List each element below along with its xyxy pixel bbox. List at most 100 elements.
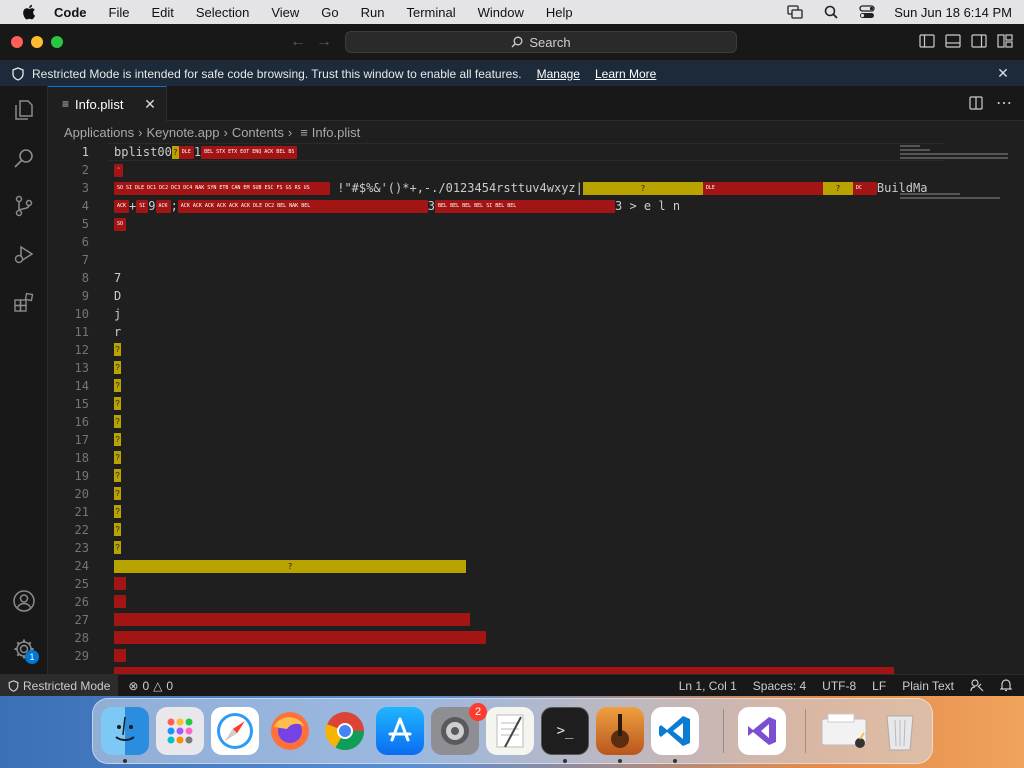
end-of-line-setting[interactable]: LF (872, 679, 886, 693)
extensions-icon[interactable] (0, 278, 48, 326)
finder-icon[interactable] (101, 707, 149, 755)
menu-go[interactable]: Go (321, 5, 350, 20)
explorer-icon[interactable] (0, 86, 48, 134)
menu-bar: Code File Edit Selection View Go Run Ter… (0, 0, 1024, 24)
chrome-icon[interactable] (321, 707, 369, 755)
cursor-position[interactable]: Ln 1, Col 1 (679, 679, 737, 693)
breadcrumb: Applications › Keynote.app › Contents › … (48, 121, 1024, 143)
vscode-icon[interactable] (651, 707, 699, 755)
toggle-secondary-sidebar-icon[interactable] (970, 32, 988, 50)
menu-clock[interactable]: Sun Jun 18 6:14 PM (894, 5, 1012, 20)
learn-more-link[interactable]: Learn More (595, 67, 656, 81)
line-number: 6 (81, 235, 89, 249)
line-number: 4 (81, 199, 89, 213)
unknown-char-glyph: ? (114, 451, 121, 464)
accounts-icon[interactable] (0, 577, 48, 625)
unknown-char-glyph: ? (114, 541, 121, 554)
code-line-8: 7 (114, 271, 122, 285)
manage-gear-icon[interactable]: 1 (0, 625, 48, 673)
spotlight-icon[interactable] (822, 3, 840, 21)
menu-selection[interactable]: Selection (196, 5, 261, 20)
line-number: 5 (81, 217, 89, 231)
menu-view[interactable]: View (271, 5, 311, 20)
control-char-glyph (114, 649, 126, 662)
customize-layout-icon[interactable] (996, 32, 1014, 50)
more-actions-icon[interactable]: ⋯ (996, 95, 1012, 112)
feedback-icon[interactable] (970, 678, 984, 695)
line-number: 3 (81, 181, 89, 195)
code-line-9: D (114, 289, 122, 303)
unknown-char-glyph: ? (114, 505, 121, 518)
menu-app-name[interactable]: Code (54, 5, 99, 20)
line-number: 1 (81, 145, 89, 159)
back-arrow-icon[interactable]: ← (288, 32, 308, 52)
manage-link[interactable]: Manage (537, 67, 580, 81)
menu-terminal[interactable]: Terminal (407, 5, 468, 20)
menu-window[interactable]: Window (478, 5, 536, 20)
forward-arrow-icon[interactable]: → (314, 32, 334, 52)
close-tab-icon[interactable]: ✕ (142, 96, 158, 112)
notifications-bell-icon[interactable] (999, 678, 1013, 695)
running-indicator (618, 759, 622, 763)
restricted-mode-indicator[interactable]: Restricted Mode (0, 674, 119, 697)
screen-mirroring-icon[interactable] (786, 3, 804, 21)
restricted-mode-label: Restricted Mode (23, 678, 111, 693)
split-editor-icon[interactable] (968, 95, 984, 111)
breadcrumb-info-plist[interactable]: Info.plist (312, 125, 360, 140)
visual-studio-icon[interactable] (738, 707, 786, 755)
code-line-5: SO (114, 215, 127, 233)
line-number: 16 (74, 415, 89, 429)
error-count: 0 (142, 678, 150, 693)
menu-run[interactable]: Run (361, 5, 397, 20)
firefox-icon[interactable] (266, 707, 314, 755)
menu-help[interactable]: Help (546, 5, 585, 20)
search-view-icon[interactable] (0, 134, 48, 182)
indentation-setting[interactable]: Spaces: 4 (753, 679, 806, 693)
safari-icon[interactable] (211, 707, 259, 755)
language-mode[interactable]: Plain Text (902, 679, 954, 693)
minimize-window-button[interactable] (31, 36, 43, 48)
trash-icon[interactable] (876, 707, 924, 755)
error-icon: ⊗ (128, 678, 139, 693)
unknown-char-glyph: ? (582, 182, 703, 195)
minimap[interactable] (900, 143, 1010, 203)
menu-edit[interactable]: Edit (151, 5, 185, 20)
apple-menu-icon[interactable] (18, 0, 40, 24)
run-and-debug-icon[interactable] (0, 230, 48, 278)
command-center-search[interactable]: Search (345, 31, 737, 53)
file-encoding[interactable]: UTF-8 (822, 679, 856, 693)
textedit-icon[interactable] (486, 707, 534, 755)
line-number: 13 (74, 361, 89, 375)
preview-icon[interactable] (819, 707, 871, 755)
line-number: 15 (74, 397, 89, 411)
vertical-scrollbar[interactable] (1010, 143, 1024, 674)
terminal-icon[interactable]: >_ (541, 707, 589, 755)
breadcrumb-contents[interactable]: Contents (232, 125, 284, 140)
breadcrumb-applications[interactable]: Applications (64, 125, 134, 140)
system-settings-badge: 2 (469, 703, 487, 721)
problems-indicator[interactable]: ⊗ 0 △ 0 (128, 679, 173, 693)
source-control-icon[interactable] (0, 182, 48, 230)
chevron-right-icon: › (223, 124, 228, 140)
unknown-char-glyph: ? (114, 397, 121, 410)
line-number: 25 (74, 577, 89, 591)
close-window-button[interactable] (11, 36, 23, 48)
garageband-icon[interactable] (596, 707, 644, 755)
tab-info-plist[interactable]: ≡ Info.plist ✕ (48, 86, 167, 121)
menu-file[interactable]: File (109, 5, 142, 20)
control-center-icon[interactable] (858, 3, 876, 21)
line-number: 14 (74, 379, 89, 393)
breadcrumb-keynote-app[interactable]: Keynote.app (146, 125, 219, 140)
running-indicator (123, 759, 127, 763)
text-editor[interactable]: 1 2 3 4 5 6 7 8 9 10 11 12 13 14 15 16 17 18 19 20 21 22 23 24 2… (48, 143, 1024, 674)
toggle-panel-icon[interactable] (944, 32, 962, 50)
running-indicator (563, 759, 567, 763)
launchpad-icon[interactable] (156, 707, 204, 755)
code-line-3: SO SI DLE DC1 DC2 DC3 DC4 NAK SYN ETB CA… (114, 179, 927, 197)
warning-count: 0 (166, 678, 174, 693)
zoom-window-button[interactable] (51, 36, 63, 48)
close-banner-icon[interactable]: ✕ (996, 66, 1010, 80)
toggle-primary-sidebar-icon[interactable] (918, 32, 936, 50)
app-store-icon[interactable] (376, 707, 424, 755)
dock-divider (723, 709, 724, 753)
